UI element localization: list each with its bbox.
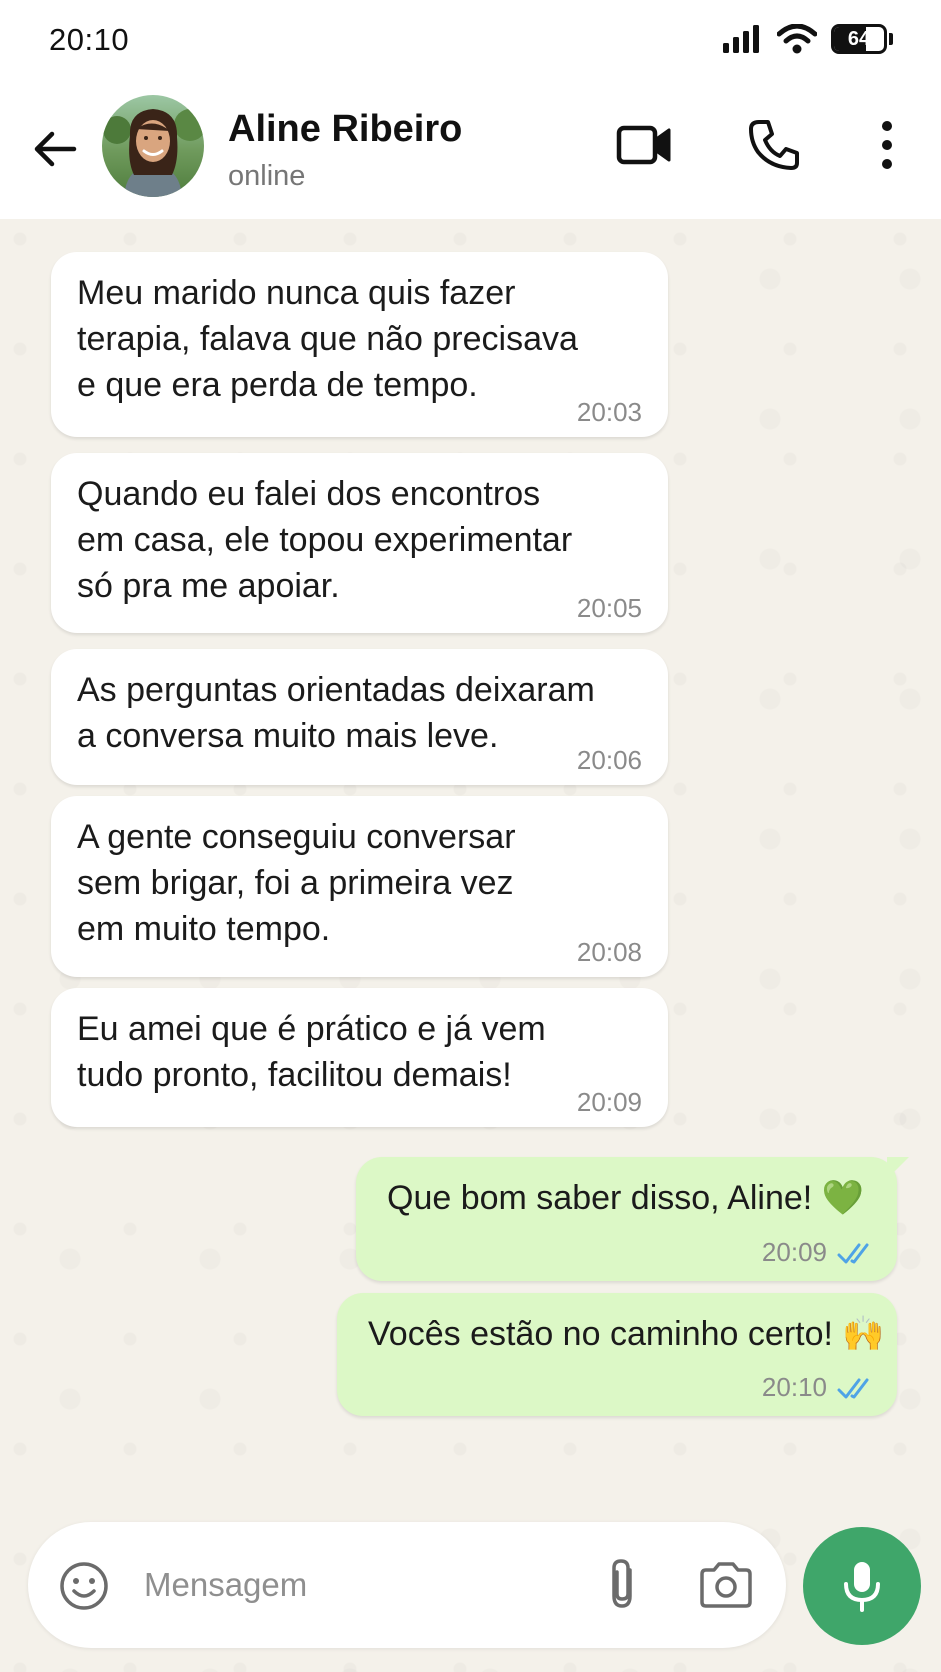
message-text: A gente conseguiu conversar sem brigar, … <box>77 818 516 948</box>
status-icons: 64 <box>723 24 893 54</box>
message-bubble-incoming[interactable]: Quando eu falei dos encontros em casa, e… <box>51 453 668 633</box>
message-text: Vocês estão no caminho certo! 🙌 <box>368 1315 885 1353</box>
paperclip-icon <box>612 1559 632 1608</box>
double-check-icon <box>837 1378 869 1399</box>
emoji-button[interactable] <box>58 1560 110 1612</box>
more-vertical-icon <box>882 121 892 169</box>
message-text: Que bom saber disso, Aline! 💚 <box>387 1179 865 1217</box>
message-bubble-outgoing[interactable]: Que bom saber disso, Aline! 💚 20:09 <box>356 1157 909 1281</box>
cellular-signal-icon <box>723 25 759 53</box>
wifi-icon <box>777 24 817 54</box>
message-bubble-incoming[interactable]: As perguntas orientadas deixaram a conve… <box>51 649 668 785</box>
message-time: 20:09 <box>761 1237 827 1267</box>
message-time: 20:05 <box>576 593 642 623</box>
phone-icon <box>749 120 799 170</box>
emoji-icon <box>60 1562 108 1610</box>
battery-level: 64 <box>847 28 871 50</box>
message-time: 20:06 <box>576 745 642 775</box>
more-options-button[interactable] <box>872 119 902 171</box>
attach-button[interactable] <box>602 1556 646 1614</box>
battery-icon: 64 <box>831 24 887 54</box>
message-text: Eu amei que é prático e já vem tudo pron… <box>77 1010 546 1094</box>
message-text: As perguntas orientadas deixaram a conve… <box>77 671 595 755</box>
status-bar: 20:10 64 <box>0 0 941 86</box>
message-time: 20:10 <box>761 1372 827 1402</box>
message-composer <box>28 1522 786 1648</box>
battery-tip <box>889 33 893 45</box>
camera-button[interactable] <box>698 1560 754 1610</box>
message-text: Quando eu falei dos encontros em casa, e… <box>77 475 573 605</box>
contact-photo <box>102 95 204 197</box>
camera-icon <box>700 1562 752 1608</box>
voice-call-button[interactable] <box>748 118 800 172</box>
message-text: Meu marido nunca quis fazer terapia, fal… <box>77 274 578 404</box>
status-time: 20:10 <box>49 22 130 57</box>
avatar[interactable] <box>102 95 204 197</box>
message-input[interactable] <box>142 1552 586 1618</box>
contact-name[interactable]: Aline Ribeiro <box>228 108 462 151</box>
double-check-icon <box>837 1243 869 1264</box>
message-time: 20:03 <box>576 397 642 427</box>
back-button[interactable] <box>30 124 80 174</box>
chat-area[interactable]: Meu marido nunca quis fazer terapia, fal… <box>0 219 941 1672</box>
voice-message-button[interactable] <box>803 1527 921 1645</box>
chat-header: Aline Ribeiro online <box>0 86 941 219</box>
message-time: 20:09 <box>576 1087 642 1117</box>
message-bubble-incoming[interactable]: A gente conseguiu conversar sem brigar, … <box>51 796 668 977</box>
video-call-icon <box>616 125 671 165</box>
contact-status: online <box>228 160 306 192</box>
bubble-tail <box>887 1157 909 1179</box>
message-bubble-outgoing[interactable]: Vocês estão no caminho certo! 🙌 20:10 <box>337 1293 897 1416</box>
message-bubble-incoming[interactable]: Meu marido nunca quis fazer terapia, fal… <box>51 252 668 437</box>
message-bubble-incoming[interactable]: Eu amei que é prático e já vem tudo pron… <box>51 988 668 1127</box>
video-call-button[interactable] <box>615 120 675 170</box>
microphone-icon <box>844 1562 880 1612</box>
message-time: 20:08 <box>576 937 642 967</box>
back-arrow-icon <box>34 131 77 167</box>
